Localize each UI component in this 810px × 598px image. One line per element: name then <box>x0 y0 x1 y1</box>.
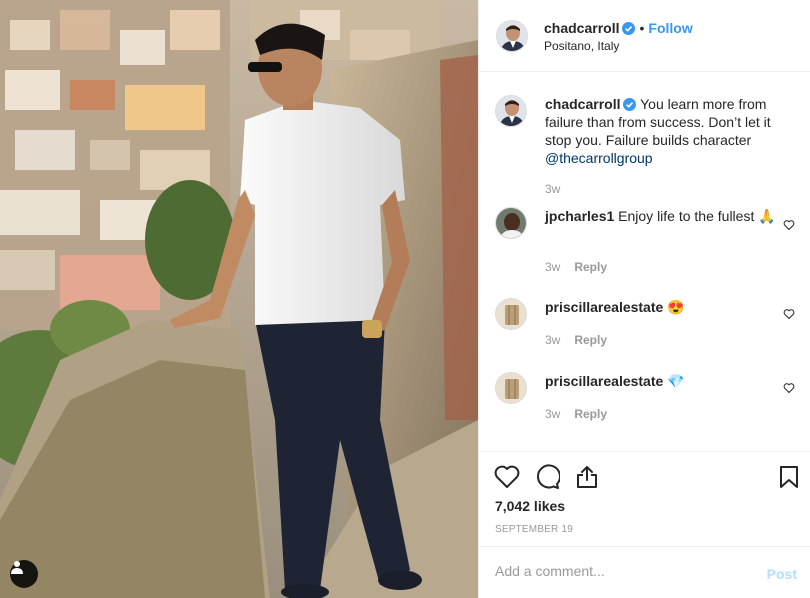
user-tag-button[interactable] <box>10 560 38 588</box>
commenter-avatar[interactable] <box>495 207 527 239</box>
caption-mention-link[interactable]: @thecarrollgroup <box>545 150 653 166</box>
comments-list: chadcarroll You learn more from failure … <box>479 73 810 451</box>
caption-username[interactable]: chadcarroll <box>545 96 620 112</box>
post-header: chadcarroll • Follow Positano, Italy <box>479 0 810 72</box>
comment-icon <box>536 464 560 489</box>
verified-badge-icon <box>622 22 636 35</box>
comment-item: priscillarealestate 💎 3w Reply <box>495 372 795 432</box>
author-line: chadcarroll • Follow <box>544 20 693 36</box>
follow-button[interactable]: Follow <box>648 20 692 36</box>
post-location[interactable]: Positano, Italy <box>544 39 619 53</box>
comment-item: priscillarealestate 😍 3w Reply <box>495 298 795 358</box>
comment-item: jpcharles1 Enjoy life to the fullest 🙏 3… <box>495 207 795 277</box>
save-button[interactable] <box>775 463 803 491</box>
separator-dot: • <box>639 20 645 36</box>
comment-like-heart-icon[interactable] <box>783 308 795 320</box>
commenter-avatar[interactable] <box>495 298 527 330</box>
avatar-image <box>497 21 527 51</box>
commenter-avatar[interactable] <box>495 372 527 404</box>
reply-button[interactable]: Reply <box>574 407 607 421</box>
author-avatar[interactable] <box>496 20 528 52</box>
user-tag-icon <box>11 561 23 574</box>
comment-time[interactable]: 3w <box>545 407 560 421</box>
post-comment-button[interactable]: Post <box>767 566 797 582</box>
avatar-image <box>496 208 526 238</box>
comment-meta: 3w Reply <box>545 260 607 274</box>
comment-button[interactable] <box>533 463 561 491</box>
comment-input[interactable] <box>495 563 745 579</box>
comment-username[interactable]: jpcharles1 <box>545 208 614 224</box>
share-button[interactable] <box>573 463 601 491</box>
post-side-panel: chadcarroll • Follow Positano, Italy chadc… <box>478 0 810 598</box>
comment-meta: 3w Reply <box>545 333 607 347</box>
comment-time[interactable]: 3w <box>545 260 560 274</box>
heart-icon <box>494 465 520 488</box>
like-button[interactable] <box>493 463 521 491</box>
comment-emoji: 😍 <box>667 299 685 315</box>
likes-count[interactable]: 7,042 likes <box>495 498 565 514</box>
verified-badge-icon <box>623 98 637 111</box>
comment-text: priscillarealestate 😍 <box>545 298 777 316</box>
comment-username[interactable]: priscillarealestate <box>545 299 663 315</box>
post-photo[interactable] <box>0 0 478 598</box>
comment-body: Enjoy life to the fullest <box>618 208 755 224</box>
avatar-image <box>496 373 526 403</box>
reply-button[interactable]: Reply <box>574 333 607 347</box>
comment-text: jpcharles1 Enjoy life to the fullest 🙏 <box>545 207 777 225</box>
caption-item: chadcarroll You learn more from failure … <box>495 95 795 205</box>
post-actions: 7,042 likes SEPTEMBER 19 <box>479 451 810 546</box>
comment-time[interactable]: 3w <box>545 333 560 347</box>
avatar-image <box>496 96 526 126</box>
reply-button[interactable]: Reply <box>574 260 607 274</box>
caption-text: chadcarroll You learn more from failure … <box>545 95 777 167</box>
comment-username[interactable]: priscillarealestate <box>545 373 663 389</box>
share-icon <box>577 466 597 488</box>
post-date[interactable]: SEPTEMBER 19 <box>495 524 573 535</box>
bookmark-icon <box>780 466 798 488</box>
photo-illustration <box>0 0 478 598</box>
comment-emoji: 💎 <box>667 373 685 389</box>
comment-like-heart-icon[interactable] <box>783 219 795 231</box>
author-username[interactable]: chadcarroll <box>544 20 619 36</box>
comment-composer: Post <box>479 546 810 598</box>
avatar-image <box>496 299 526 329</box>
caption-time[interactable]: 3w <box>545 182 560 196</box>
caption-avatar[interactable] <box>495 95 527 127</box>
comment-meta: 3w Reply <box>545 407 607 421</box>
comment-text: priscillarealestate 💎 <box>545 372 777 390</box>
caption-meta: 3w <box>545 182 560 196</box>
comment-emoji: 🙏 <box>758 208 776 224</box>
comment-like-heart-icon[interactable] <box>783 382 795 394</box>
